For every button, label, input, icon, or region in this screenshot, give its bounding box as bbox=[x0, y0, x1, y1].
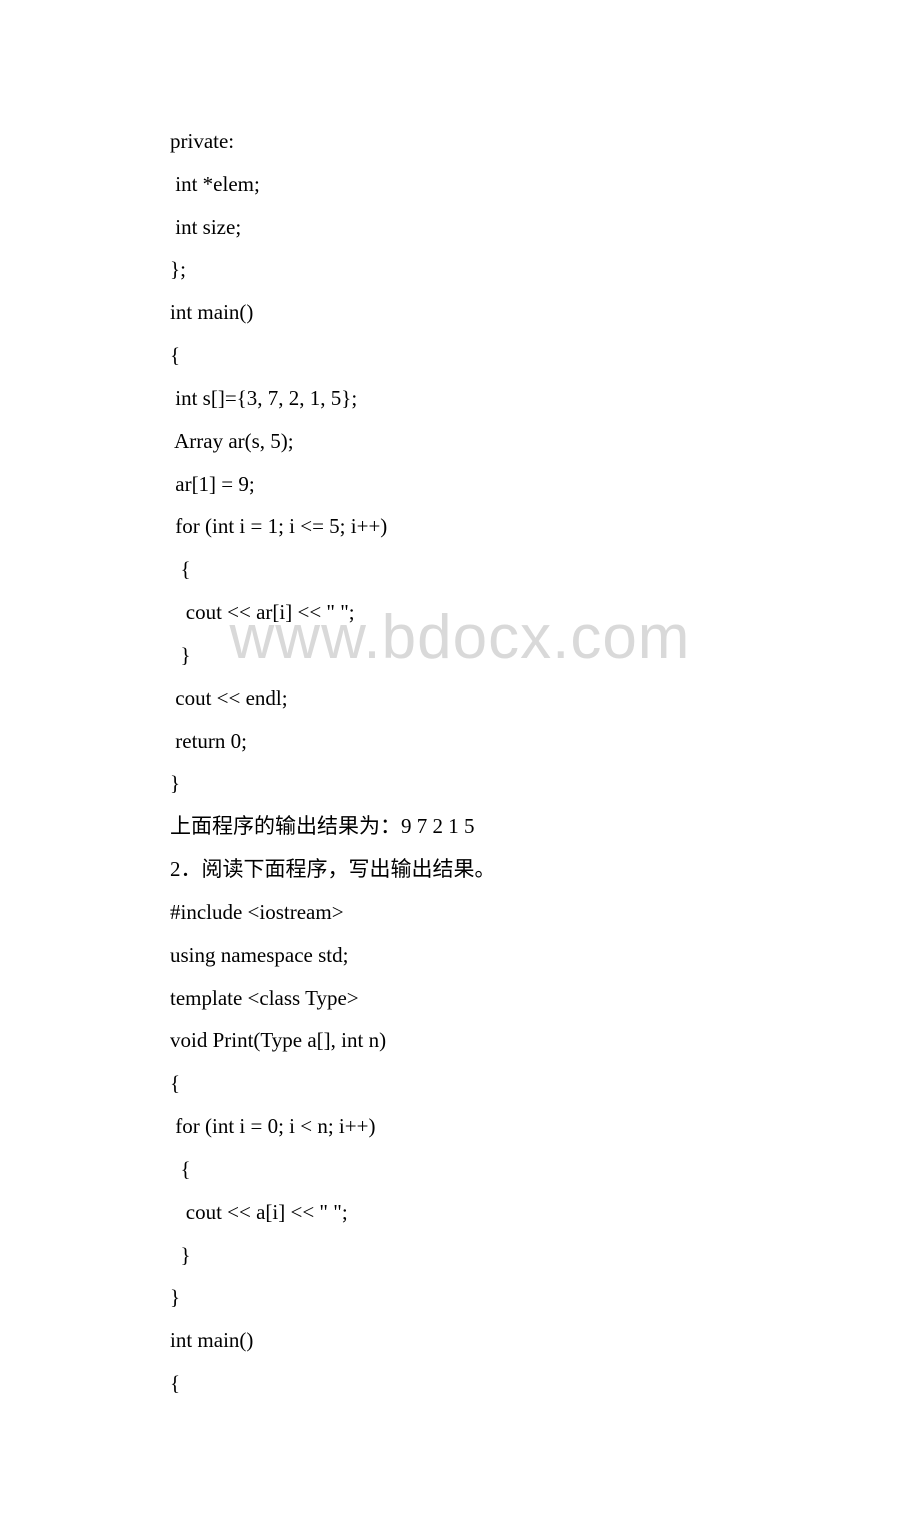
code-line: private: bbox=[170, 120, 750, 163]
code-line: int size; bbox=[170, 206, 750, 249]
code-line: for (int i = 0; i < n; i++) bbox=[170, 1105, 750, 1148]
code-line: Array ar(s, 5); bbox=[170, 420, 750, 463]
code-line: { bbox=[170, 334, 750, 377]
code-line: ar[1] = 9; bbox=[170, 463, 750, 506]
code-line: 2．阅读下面程序，写出输出结果。 bbox=[170, 848, 750, 891]
code-line: } bbox=[170, 1234, 750, 1277]
code-line: { bbox=[170, 548, 750, 591]
code-line: int main() bbox=[170, 291, 750, 334]
code-line: 上面程序的输出结果为：9 7 2 1 5 bbox=[170, 805, 750, 848]
document-content: private: int *elem; int size;};int main(… bbox=[170, 120, 750, 1405]
code-line: }; bbox=[170, 248, 750, 291]
code-line: { bbox=[170, 1062, 750, 1105]
code-line: using namespace std; bbox=[170, 934, 750, 977]
code-line: { bbox=[170, 1148, 750, 1191]
code-line: } bbox=[170, 762, 750, 805]
code-line: #include <iostream> bbox=[170, 891, 750, 934]
code-line: int *elem; bbox=[170, 163, 750, 206]
code-line: int s[]={3, 7, 2, 1, 5}; bbox=[170, 377, 750, 420]
code-line: void Print(Type a[], int n) bbox=[170, 1019, 750, 1062]
code-line: cout << a[i] << " "; bbox=[170, 1191, 750, 1234]
code-line: template <class Type> bbox=[170, 977, 750, 1020]
document-page: www.bdocx.com private: int *elem; int si… bbox=[0, 0, 920, 1525]
code-line: return 0; bbox=[170, 720, 750, 763]
code-line: cout << endl; bbox=[170, 677, 750, 720]
code-line: } bbox=[170, 634, 750, 677]
code-line: for (int i = 1; i <= 5; i++) bbox=[170, 505, 750, 548]
code-line: { bbox=[170, 1362, 750, 1405]
code-line: int main() bbox=[170, 1319, 750, 1362]
code-line: cout << ar[i] << " "; bbox=[170, 591, 750, 634]
code-line: } bbox=[170, 1276, 750, 1319]
